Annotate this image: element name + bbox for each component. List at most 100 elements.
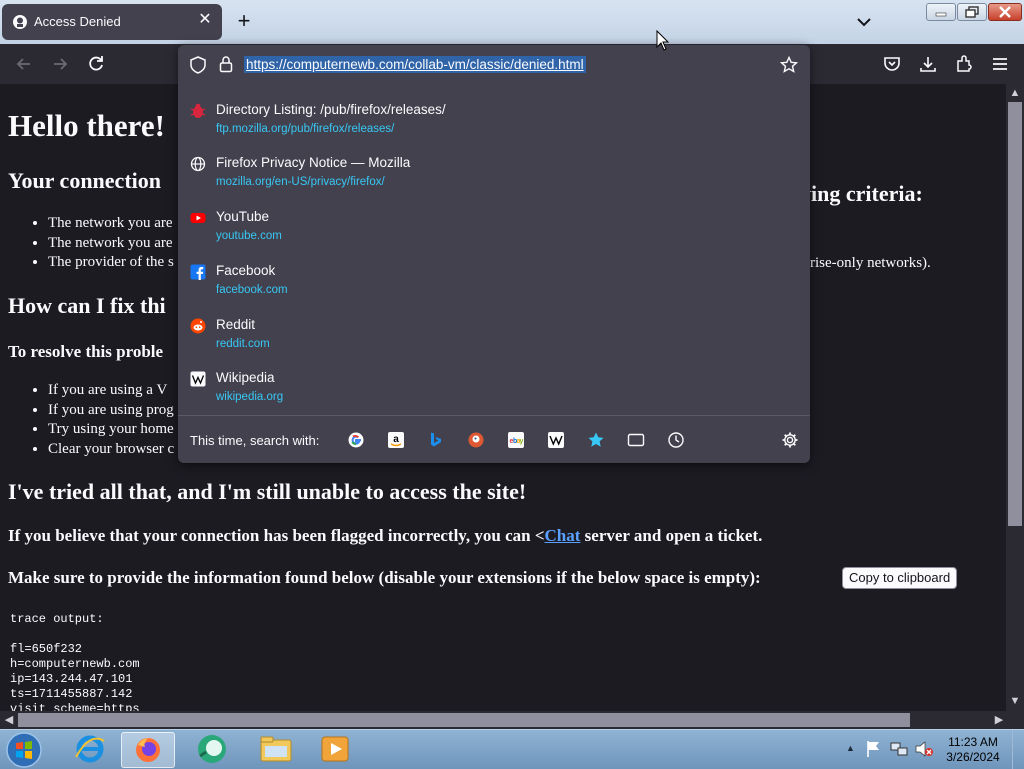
taskbar-firefox-button[interactable] [121, 732, 175, 768]
list-item: Clear your browser c [48, 440, 174, 460]
resolve-text: To resolve this proble [8, 342, 164, 361]
show-desktop-button[interactable] [1012, 730, 1024, 769]
suggestion-item[interactable]: Reddit reddit.com [178, 312, 810, 362]
forward-icon[interactable] [50, 54, 70, 74]
suggestion-item[interactable]: Directory Listing: /pub/firefox/releases… [178, 97, 810, 147]
url-input[interactable]: https://computernewb.com/collab-vm/class… [244, 56, 586, 73]
chat-link[interactable]: Chat [545, 526, 581, 545]
scroll-down-icon[interactable]: ▼ [1007, 693, 1023, 709]
suggestion-title: Directory Listing: /pub/firefox/releases… [216, 102, 446, 117]
facebook-icon [190, 264, 206, 280]
copy-to-clipboard-button[interactable]: Copy to clipboard [842, 567, 958, 589]
extensions-icon[interactable] [954, 54, 974, 74]
scroll-right-icon[interactable]: ▶ [991, 712, 1007, 728]
suggestion-url: mozilla.org/en-US/privacy/firefox/ [216, 176, 385, 188]
new-tab-button[interactable]: + [232, 10, 256, 34]
bing-icon[interactable] [427, 431, 445, 449]
suggestion-url: wikipedia.org [216, 391, 284, 403]
list-item: If you are using prog [48, 401, 174, 421]
history-icon[interactable] [667, 431, 685, 449]
suggestion-item[interactable]: Wikipedia wikipedia.org [178, 365, 810, 415]
internet-explorer-icon[interactable] [64, 732, 116, 766]
flagged-paragraph: If you believe that your connection has … [8, 526, 762, 546]
list-item: The network you are [48, 234, 174, 254]
tab-close-icon[interactable]: ✕ [196, 11, 214, 29]
back-icon[interactable] [14, 54, 34, 74]
search-engine-row: This time, search with: a e b a y [178, 415, 810, 464]
suggestion-item[interactable]: Facebook facebook.com [178, 258, 810, 308]
suggestion-item[interactable]: YouTube youtube.com [178, 204, 810, 254]
list-item: Try using your home [48, 420, 174, 440]
mouse-cursor-icon [656, 30, 670, 51]
clock-time[interactable]: 11:23 AM [940, 734, 1006, 750]
suggestion-title: Reddit [216, 317, 256, 332]
horizontal-scrollbar[interactable]: ◀ ▶ [0, 711, 1024, 729]
list-item: The network you are [48, 214, 174, 234]
vertical-scroll-thumb[interactable] [1008, 102, 1022, 526]
urlbar[interactable]: https://computernewb.com/collab-vm/class… [178, 45, 810, 85]
lock-icon[interactable] [218, 55, 234, 73]
search-with-label: This time, search with: [190, 433, 320, 448]
chat-app-icon[interactable] [186, 732, 238, 766]
page-heading: Hello there! [8, 108, 165, 143]
vertical-scrollbar[interactable]: ▲ ▼ [1006, 84, 1024, 711]
list-all-tabs-icon[interactable] [854, 12, 874, 32]
window-close-button[interactable] [988, 3, 1022, 21]
suggestion-title: YouTube [216, 209, 270, 224]
downloads-icon[interactable] [918, 54, 938, 74]
firefox-icon [136, 738, 160, 762]
horizontal-scroll-thumb[interactable] [18, 713, 910, 727]
pocket-icon[interactable] [882, 54, 902, 74]
reload-icon[interactable] [86, 54, 106, 74]
youtube-icon [190, 213, 206, 223]
bookmark-star-icon[interactable] [780, 56, 798, 74]
clock-date[interactable]: 3/26/2024 [940, 750, 1006, 764]
network-icon[interactable] [890, 740, 908, 758]
trace-output: trace output: fl=650f232 h=computernewb.… [10, 612, 140, 711]
reddit-icon [190, 318, 206, 334]
amazon-icon[interactable]: a [387, 431, 405, 449]
suggestion-url: youtube.com [216, 230, 282, 242]
window-restore-button[interactable] [957, 3, 987, 21]
globe-icon [190, 156, 206, 172]
flagged-text-tail: server and open a ticket. [580, 526, 763, 545]
scroll-left-icon[interactable]: ◀ [1, 712, 17, 728]
file-explorer-icon[interactable] [250, 732, 302, 766]
google-icon[interactable] [347, 431, 365, 449]
tabs-icon[interactable] [627, 431, 645, 449]
connection-heading: Your connection [8, 168, 161, 193]
wikipedia-icon [190, 371, 206, 387]
svg-text:y: y [520, 438, 524, 445]
tab-access-denied[interactable]: Access Denied ✕ [2, 4, 222, 40]
list-item: If you are using a V [48, 381, 174, 401]
favicon-icon [13, 15, 27, 29]
tried-heading: I've tried all that, and I'm still unabl… [8, 479, 527, 504]
tab-title: Access Denied [34, 14, 121, 29]
wikipedia-icon[interactable] [547, 431, 565, 449]
media-player-icon[interactable] [309, 732, 361, 766]
bookmarks-icon[interactable] [587, 431, 605, 449]
provide-paragraph: Make sure to provide the information fou… [8, 568, 761, 587]
settings-gear-icon[interactable] [781, 431, 799, 449]
shield-icon[interactable] [190, 56, 206, 74]
suggestion-url: ftp.mozilla.org/pub/firefox/releases/ [216, 123, 395, 135]
suggestion-title: Wikipedia [216, 370, 275, 385]
fix-heading: How can I fix thi [8, 293, 166, 318]
duckduckgo-icon[interactable] [467, 431, 485, 449]
start-button-icon[interactable] [4, 731, 44, 769]
window-minimize-button[interactable] [926, 3, 956, 21]
scroll-up-icon[interactable]: ▲ [1007, 85, 1023, 101]
ebay-icon[interactable]: e b a y [507, 431, 525, 449]
action-center-flag-icon[interactable] [866, 740, 882, 758]
menu-icon[interactable] [990, 54, 1010, 74]
suggestion-title: Firefox Privacy Notice — Mozilla [216, 155, 411, 170]
connection-heading-tail: ving criteria: [800, 181, 923, 206]
volume-muted-icon[interactable] [914, 740, 934, 758]
flagged-text: If you believe that your connection has … [8, 526, 545, 545]
suggestion-item[interactable]: Firefox Privacy Notice — Mozilla mozilla… [178, 150, 810, 200]
tab-strip: Access Denied ✕ + [0, 0, 1024, 44]
list-item: The provider of the s [48, 253, 174, 273]
suggestion-url: reddit.com [216, 338, 270, 350]
urlbar-dropdown: https://computernewb.com/collab-vm/class… [178, 45, 810, 463]
show-hidden-icons-icon[interactable]: ▲ [846, 744, 855, 753]
